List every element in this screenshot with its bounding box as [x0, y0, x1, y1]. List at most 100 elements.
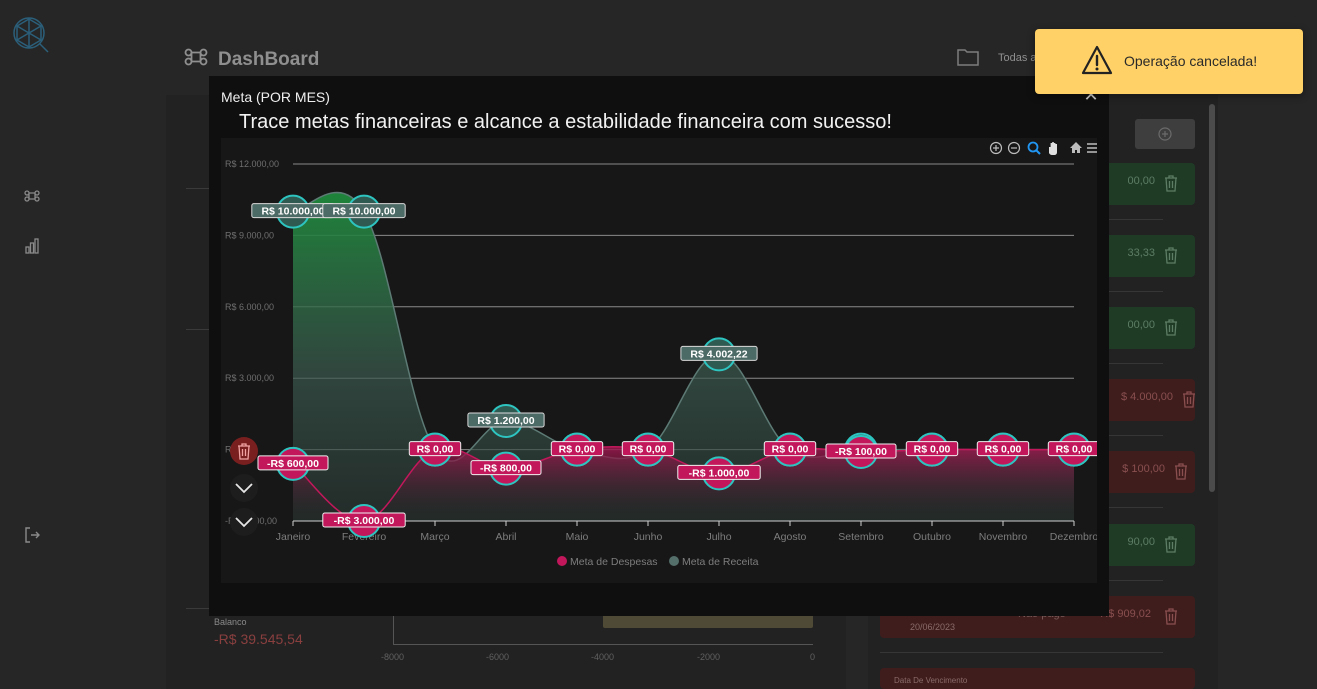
bar-chart-icon[interactable] — [20, 234, 44, 258]
svg-text:-R$ 800,00: -R$ 800,00 — [480, 463, 532, 475]
svg-text:R$ 4.002,22: R$ 4.002,22 — [690, 348, 747, 360]
y-tick-label: R$ 12.000,00 — [225, 159, 279, 169]
zoom-out-icon[interactable] — [1007, 141, 1021, 155]
svg-text:-R$ 1.000,00: -R$ 1.000,00 — [689, 467, 750, 479]
balance-label: Balanco — [214, 617, 247, 627]
data-label-meta-de-receita: R$ 1.200,00 — [467, 412, 545, 428]
trash-icon[interactable] — [1181, 390, 1197, 408]
divider — [880, 652, 1163, 653]
trash-icon[interactable] — [1163, 174, 1179, 192]
toast-notification[interactable]: Operação cancelada! — [1035, 29, 1303, 94]
command-icon[interactable] — [20, 184, 44, 208]
goal-modal: Meta (POR MES) ✕ Trace metas financeiras… — [209, 76, 1109, 616]
x-tick-label: Setembro — [838, 531, 884, 543]
transaction-amount: $ 100,00 — [1122, 463, 1165, 475]
y-tick-label: R$ 9.000,00 — [225, 230, 274, 240]
x-tick-label: Abril — [495, 531, 516, 543]
y-tick-label: R$ 6.000,00 — [225, 302, 274, 312]
scrollbar-thumb[interactable] — [1209, 104, 1215, 492]
x-tick-label: Maio — [566, 531, 589, 543]
due-date-label: Data De Vencimento — [894, 676, 968, 685]
svg-text:Meta de Receita: Meta de Receita — [682, 556, 759, 568]
data-label-meta-de-despesas: R$ 0,00 — [408, 441, 462, 457]
x-tick-label: Agosto — [774, 531, 807, 543]
folder-icon[interactable] — [956, 47, 980, 72]
transaction-amount: $ 4.000,00 — [1121, 391, 1173, 403]
data-label-meta-de-despesas: R$ 0,00 — [550, 441, 604, 457]
transaction-row[interactable]: Data De Vencimento — [880, 668, 1195, 689]
svg-text:-R$ 3.000,00: -R$ 3.000,00 — [334, 515, 395, 527]
data-label-meta-de-despesas: -R$ 800,00 — [470, 460, 542, 476]
data-label-meta-de-receita: R$ 10.000,00 — [322, 203, 406, 219]
svg-text:R$ 0,00: R$ 0,00 — [630, 444, 667, 456]
transaction-amount: 90,00 — [1127, 536, 1155, 548]
reset-home-icon[interactable] — [1070, 142, 1082, 153]
x-tick-label: Janeiro — [276, 531, 311, 543]
svg-text:R$ 0,00: R$ 0,00 — [417, 444, 454, 456]
data-label-meta-de-despesas: -R$ 3.000,00 — [322, 512, 406, 528]
modal-heading: Trace metas financeiras e alcance a esta… — [239, 111, 892, 133]
trash-icon — [238, 443, 250, 460]
bg-tick-label: -4000 — [591, 652, 615, 662]
x-tick-label: Julho — [706, 531, 731, 543]
x-tick-label: Outubro — [913, 531, 951, 543]
transaction-amount: 00,00 — [1127, 175, 1155, 187]
zoom-selection-icon[interactable] — [1027, 141, 1041, 155]
add-transaction-button[interactable] — [1135, 119, 1195, 149]
chart-toolbar — [989, 141, 1097, 155]
modal-title: Meta (POR MES) — [221, 89, 330, 105]
divider — [186, 329, 210, 330]
side-rail — [0, 0, 62, 689]
page-title: DashBoard — [218, 48, 320, 70]
trash-icon[interactable] — [1173, 462, 1189, 480]
x-tick-label: Março — [420, 531, 449, 543]
plus-circle-icon — [1158, 127, 1172, 141]
chevron-down-icon — [235, 483, 253, 494]
svg-text:R$ 0,00: R$ 0,00 — [559, 444, 596, 456]
x-tick-label: Novembro — [979, 531, 1028, 543]
bg-tick-label: -2000 — [697, 652, 721, 662]
menu-icon[interactable] — [1087, 143, 1097, 153]
svg-text:Meta de Despesas: Meta de Despesas — [570, 556, 658, 568]
divider — [186, 608, 210, 609]
expand-button[interactable] — [230, 508, 258, 536]
trash-icon[interactable] — [1163, 607, 1179, 625]
svg-text:-R$ 100,00: -R$ 100,00 — [835, 446, 887, 458]
svg-text:R$ 0,00: R$ 0,00 — [985, 444, 1022, 456]
data-label-meta-de-receita: R$ 10.000,00 — [251, 203, 335, 219]
logout-icon[interactable] — [20, 523, 44, 547]
x-tick-label: Junho — [634, 531, 663, 543]
chevron-down-icon — [235, 517, 253, 528]
data-label-meta-de-despesas: -R$ 600,00 — [257, 455, 329, 471]
svg-text:-R$ 600,00: -R$ 600,00 — [267, 458, 319, 470]
transaction-amount: 33,33 — [1127, 247, 1155, 259]
y-tick-label: R$ 3.000,00 — [225, 373, 274, 383]
expand-button[interactable] — [230, 474, 258, 502]
bg-tick-label: -8000 — [381, 652, 405, 662]
warning-icon — [1081, 45, 1113, 75]
data-label-meta-de-despesas: R$ 0,00 — [763, 441, 817, 457]
zoom-in-icon[interactable] — [989, 141, 1003, 155]
svg-text:R$ 10.000,00: R$ 10.000,00 — [261, 206, 324, 218]
trash-icon[interactable] — [1163, 246, 1179, 264]
svg-text:R$ 1.200,00: R$ 1.200,00 — [477, 415, 534, 427]
toast-message: Operação cancelada! — [1124, 53, 1258, 69]
legend-item[interactable]: Meta de Despesas — [557, 556, 658, 568]
svg-text:R$ 0,00: R$ 0,00 — [1056, 444, 1093, 456]
trash-icon[interactable] — [1163, 535, 1179, 553]
filter-select[interactable]: Todas a — [998, 52, 1037, 64]
balance-value: -R$ 39.545,54 — [214, 631, 303, 647]
svg-text:R$ 0,00: R$ 0,00 — [914, 444, 951, 456]
trash-icon[interactable] — [1163, 318, 1179, 336]
data-label-meta-de-despesas: -R$ 1.000,00 — [677, 464, 761, 480]
divider — [186, 188, 210, 189]
x-tick-label: Dezembro — [1050, 531, 1097, 543]
svg-text:R$ 10.000,00: R$ 10.000,00 — [332, 206, 395, 218]
data-label-meta-de-despesas: -R$ 100,00 — [825, 443, 897, 459]
bg-tick-label: 0 — [810, 652, 816, 662]
delete-goal-button[interactable] — [230, 437, 258, 465]
pan-hand-icon[interactable] — [1049, 142, 1057, 155]
legend-item[interactable]: Meta de Receita — [669, 556, 759, 568]
data-label-meta-de-despesas: R$ 0,00 — [621, 441, 675, 457]
data-label-meta-de-despesas: R$ 0,00 — [976, 441, 1030, 457]
